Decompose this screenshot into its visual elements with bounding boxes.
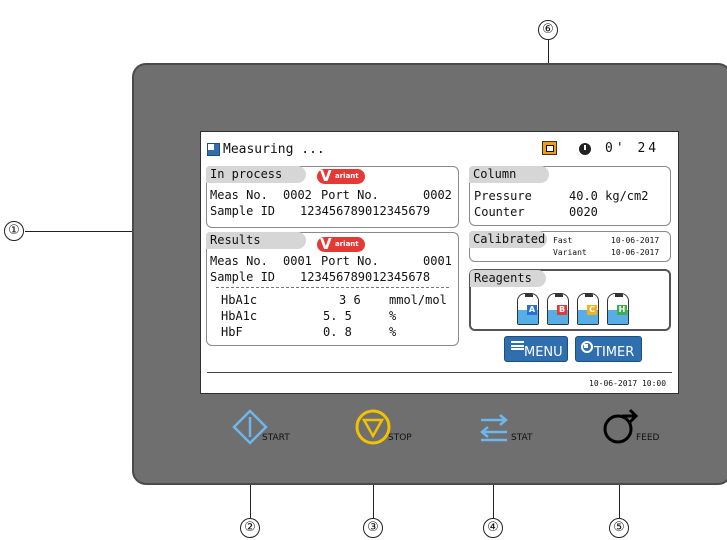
callout-2: ② bbox=[240, 518, 260, 538]
status-title: Measuring ... bbox=[223, 142, 325, 157]
fast-label: Fast bbox=[553, 236, 573, 245]
results-panel: Results Variant Meas No. 0001 Port No. 0… bbox=[206, 232, 459, 346]
counter-value: 0020 bbox=[569, 205, 598, 219]
callout-6: ⑥ bbox=[538, 20, 558, 40]
callout-5: ⑤ bbox=[609, 518, 629, 538]
result-row-name: HbF bbox=[221, 325, 243, 339]
touch-screen: Measuring ... 0' 24 In process Variant M… bbox=[200, 131, 679, 394]
timer-label: TIMER bbox=[594, 345, 635, 360]
reagent-bottle-h: H bbox=[607, 293, 629, 325]
stop-icon[interactable] bbox=[354, 408, 392, 446]
in-process-panel: In process Variant Meas No. 0002 Port No… bbox=[206, 166, 459, 228]
variant-date: 10-06-2017 bbox=[611, 248, 660, 257]
elapsed-timer: 0' 24 bbox=[605, 141, 660, 156]
result-row-unit: % bbox=[389, 309, 397, 323]
in-process-meas-label: Meas No. bbox=[210, 188, 268, 202]
footer-divider bbox=[207, 372, 672, 373]
stat-icon[interactable] bbox=[478, 414, 510, 442]
results-sample-id: 123456789012345678 bbox=[300, 270, 431, 284]
result-row-value: 3 6 bbox=[339, 293, 361, 307]
column-tab: Column bbox=[469, 166, 549, 183]
app-icon bbox=[207, 143, 220, 156]
results-divider bbox=[216, 287, 449, 288]
result-row-unit: % bbox=[389, 325, 397, 339]
reagents-tab: Reagents bbox=[470, 270, 546, 287]
start-label: START bbox=[262, 433, 290, 443]
calendar-icon[interactable] bbox=[542, 141, 557, 155]
callout-4: ④ bbox=[483, 518, 503, 538]
variant-badge: Variant bbox=[317, 235, 365, 253]
stop-label: STOP bbox=[388, 433, 412, 443]
variant-label: Variant bbox=[553, 248, 587, 257]
in-process-tab: In process bbox=[206, 166, 306, 183]
in-process-sample-id: 123456789012345679 bbox=[300, 204, 431, 218]
in-process-sample-label: Sample ID bbox=[210, 204, 276, 218]
result-row-name: HbA1c bbox=[221, 309, 258, 323]
results-meas-label: Meas No. bbox=[210, 254, 268, 268]
callout-1: ① bbox=[4, 221, 24, 241]
calibrated-tab: Calibrated bbox=[469, 231, 547, 248]
menu-icon bbox=[511, 341, 524, 350]
results-tab: Results bbox=[206, 232, 306, 249]
reagent-bottle-a: A bbox=[517, 293, 539, 325]
in-process-port-no: 0002 bbox=[423, 188, 452, 202]
footer-datetime: 10-06-2017 10:00 bbox=[589, 379, 667, 388]
result-row-name: HbA1c bbox=[221, 293, 258, 307]
result-row-value: 0. 8 bbox=[323, 325, 352, 339]
in-process-meas-no: 0002 bbox=[283, 188, 312, 202]
menu-label: MENU bbox=[524, 345, 563, 360]
menu-button[interactable]: MENU bbox=[504, 336, 568, 362]
reagent-bottle-b: B bbox=[547, 293, 569, 325]
timer-button[interactable]: TIMER bbox=[575, 336, 642, 362]
stat-label: STAT bbox=[511, 433, 533, 443]
pressure-value: 40.0 kg/cm2 bbox=[569, 189, 649, 203]
reagents-panel[interactable]: Reagents A B C H bbox=[469, 269, 671, 331]
pressure-label: Pressure bbox=[474, 189, 532, 203]
results-port-no: 0001 bbox=[423, 254, 452, 268]
result-row-unit: mmol/mol bbox=[389, 293, 447, 307]
calibrated-panel[interactable]: Calibrated Fast 10-06-2017 Variant 10-06… bbox=[469, 231, 671, 262]
callout-3: ③ bbox=[363, 518, 383, 538]
variant-badge: Variant bbox=[317, 167, 365, 185]
counter-label: Counter bbox=[474, 205, 525, 219]
result-row-value: 5. 5 bbox=[323, 309, 352, 323]
column-panel: Column Pressure 40.0 kg/cm2 Counter 0020 bbox=[469, 166, 671, 226]
results-port-label: Port No. bbox=[321, 254, 379, 268]
timer-icon bbox=[581, 341, 593, 353]
feed-label: FEED bbox=[636, 433, 660, 443]
results-sample-label: Sample ID bbox=[210, 270, 276, 284]
clock-icon bbox=[579, 143, 591, 155]
reagent-bottle-c: C bbox=[577, 293, 599, 325]
in-process-port-label: Port No. bbox=[321, 188, 379, 202]
feed-icon[interactable] bbox=[600, 405, 640, 445]
fast-date: 10-06-2017 bbox=[611, 236, 660, 245]
results-meas-no: 0001 bbox=[283, 254, 312, 268]
